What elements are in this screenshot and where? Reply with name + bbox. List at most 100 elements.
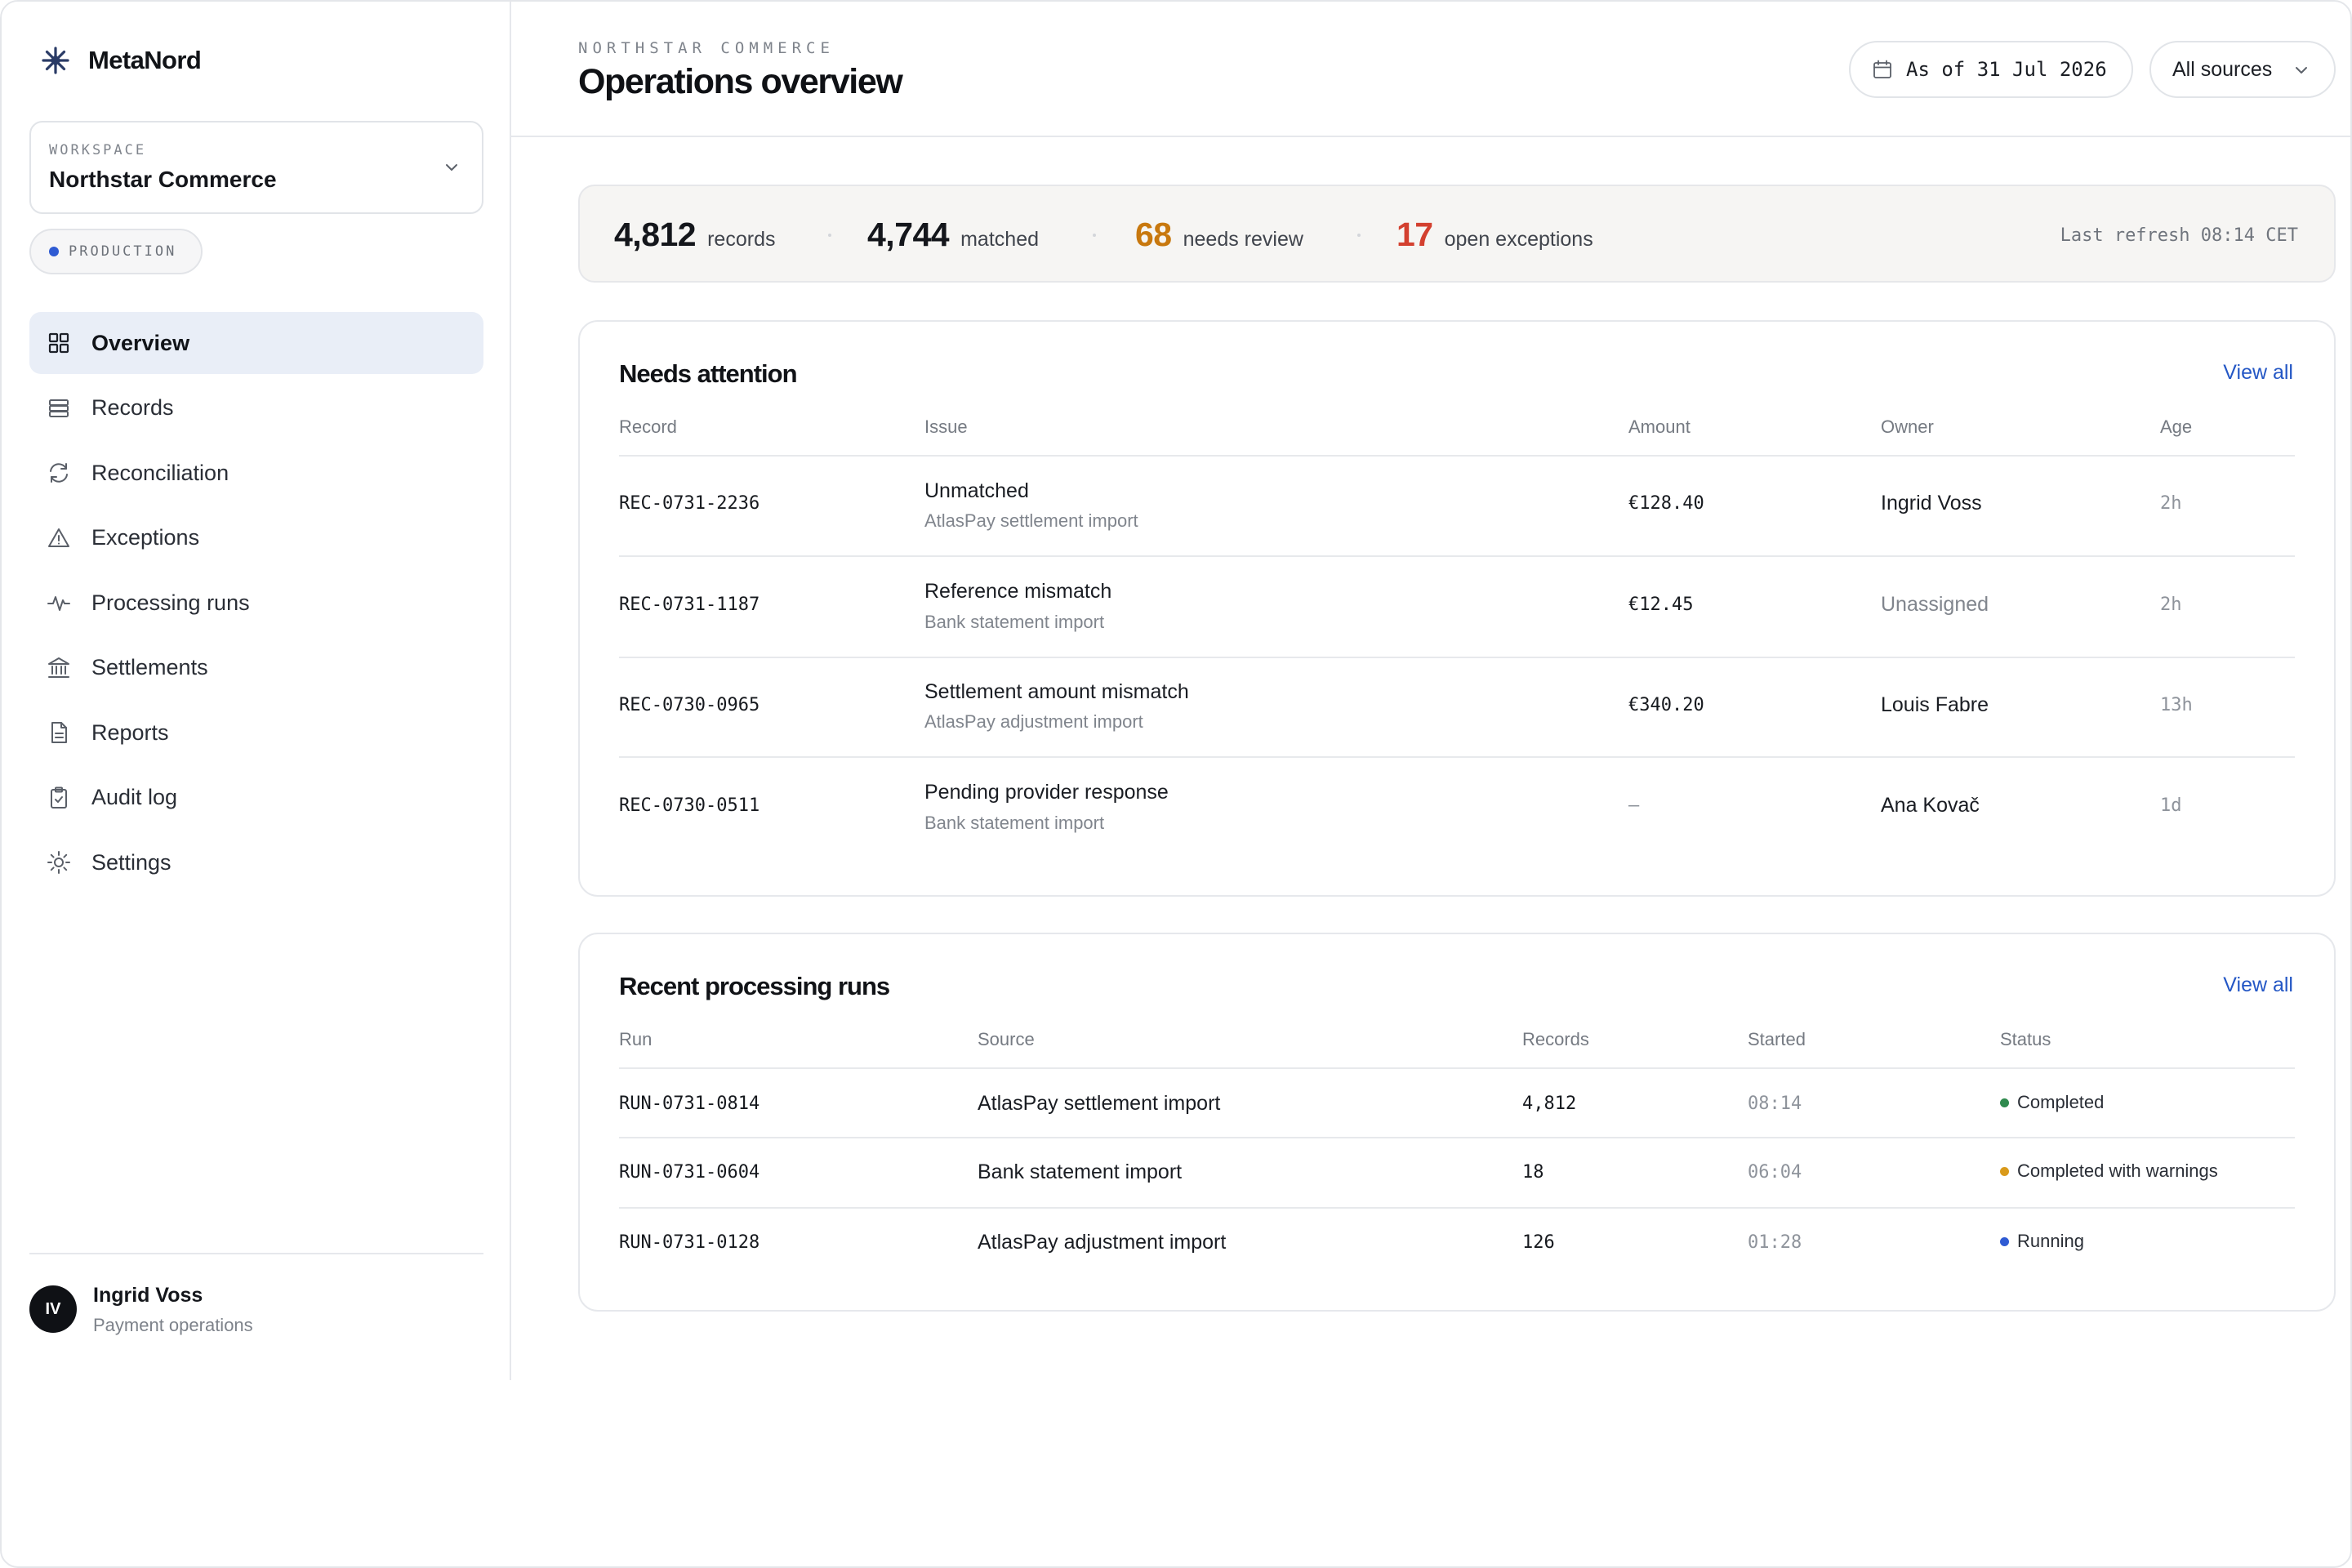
issue-title: Settlement amount mismatch: [924, 680, 1189, 703]
main-content: NORTHSTAR COMMERCE Operations overview A…: [511, 2, 2350, 1566]
issue-title: Reference mismatch: [924, 580, 1112, 603]
environment-label: PRODUCTION: [69, 243, 177, 260]
stat-separator: [1093, 234, 1096, 237]
age: 1d: [2160, 795, 2182, 816]
stat-records: 4,812 records: [614, 216, 775, 254]
view-all-link[interactable]: View all: [2223, 361, 2293, 385]
status-dot: [2000, 1098, 2009, 1107]
sidebar-item-reports[interactable]: Reports: [29, 702, 483, 764]
warning-icon: [48, 528, 69, 547]
sidebar-item-audit-log[interactable]: Audit log: [29, 767, 483, 829]
run-started: 06:04: [1748, 1162, 1802, 1183]
chevron-down-icon: [2296, 67, 2307, 74]
sidebar-item-label: Exceptions: [91, 525, 200, 550]
clipboard-icon: [51, 786, 67, 808]
stat-separator: [828, 234, 831, 237]
issue-source: AtlasPay settlement import: [924, 510, 1138, 531]
status-label: Completed with warnings: [2017, 1160, 2218, 1181]
activity-icon: [47, 596, 70, 611]
record-id[interactable]: REC-0731-2236: [619, 493, 760, 514]
stat-open-exceptions[interactable]: 17 open exceptions: [1396, 216, 1593, 254]
card-title: Needs attention: [619, 359, 798, 388]
source-filter-label: All sources: [2172, 57, 2273, 81]
sidebar-item-reconciliation[interactable]: Reconciliation: [29, 442, 483, 504]
row-divider: [619, 555, 2295, 557]
brand-name: MetaNord: [88, 46, 202, 74]
owner: Ingrid Voss: [1881, 492, 1982, 514]
sidebar-item-processing-runs[interactable]: Processing runs: [29, 572, 483, 634]
column-header-status: Status: [2000, 1029, 2051, 1049]
grid-icon: [48, 332, 69, 354]
sidebar-item-exceptions[interactable]: Exceptions: [29, 507, 483, 569]
amount: €12.45: [1628, 595, 1694, 615]
app-window: MetaNord WORKSPACE Northstar Commerce PR…: [0, 0, 2352, 1568]
record-id[interactable]: REC-0731-1187: [619, 595, 760, 615]
workspace-selector[interactable]: WORKSPACE Northstar Commerce: [29, 121, 483, 214]
stat-matched: 4,744 matched: [867, 216, 1039, 254]
status-dot: [2000, 1236, 2009, 1246]
owner: Louis Fabre: [1881, 693, 1989, 716]
sidebar-item-overview[interactable]: Overview: [29, 312, 483, 374]
run-records: 18: [1522, 1162, 1544, 1183]
sidebar-item-settings[interactable]: Settings: [29, 831, 483, 893]
column-header-age: Age: [2160, 416, 2193, 437]
amount: €340.20: [1628, 695, 1704, 715]
run-records: 126: [1522, 1232, 1555, 1253]
gear-icon: [47, 851, 70, 874]
user-name: Ingrid Voss: [93, 1284, 203, 1307]
refresh-icon: [50, 463, 68, 483]
sidebar: MetaNord WORKSPACE Northstar Commerce PR…: [2, 2, 511, 1380]
source-filter-dropdown[interactable]: All sources: [2149, 41, 2336, 98]
calendar-icon: [1873, 60, 1891, 78]
summary-strip: 4,812 records 4,744 matched 68 needs rev…: [578, 185, 2336, 283]
record-id[interactable]: REC-0730-0965: [619, 695, 760, 715]
date-label: As of 31 Jul 2026: [1906, 58, 2107, 81]
user-profile[interactable]: IV Ingrid Voss Payment operations: [29, 1253, 483, 1380]
sidebar-item-label: Processing runs: [91, 590, 250, 615]
status-badge: Completed: [2000, 1092, 2104, 1113]
header-divider: [619, 1067, 2295, 1069]
last-refresh: Last refresh 08:14 CET: [2060, 225, 2298, 246]
stat-needs-review-value: 68: [1135, 216, 1172, 253]
run-started: 01:28: [1748, 1232, 1802, 1253]
page-eyebrow: NORTHSTAR COMMERCE: [578, 39, 835, 57]
database-icon: [49, 399, 69, 417]
column-header-source: Source: [978, 1029, 1035, 1049]
column-header-records: Records: [1522, 1029, 1589, 1049]
record-id[interactable]: REC-0730-0511: [619, 795, 760, 816]
run-id[interactable]: RUN-0731-0604: [619, 1162, 760, 1183]
age: 2h: [2160, 493, 2182, 514]
chevron-down-icon: [446, 164, 457, 171]
issue-source: Bank statement import: [924, 813, 1105, 833]
recent-runs-card: Recent processing runs View all Run Sour…: [578, 933, 2336, 1312]
issue-source: Bank statement import: [924, 612, 1105, 632]
status-label: Running: [2017, 1231, 2084, 1251]
user-role: Payment operations: [93, 1315, 253, 1335]
stat-needs-review[interactable]: 68 needs review: [1135, 216, 1303, 254]
environment-dot: [49, 247, 59, 256]
row-divider: [619, 1137, 2295, 1138]
sidebar-item-records[interactable]: Records: [29, 377, 483, 439]
amount: –: [1628, 795, 1640, 816]
amount: €128.40: [1628, 493, 1704, 514]
run-id[interactable]: RUN-0731-0814: [619, 1094, 760, 1114]
issue-source: AtlasPay adjustment import: [924, 711, 1143, 732]
date-picker-button[interactable]: As of 31 Jul 2026: [1849, 41, 2133, 98]
sidebar-item-label: Records: [91, 395, 174, 420]
stat-open-exceptions-value: 17: [1396, 216, 1433, 253]
status-badge: Running: [2000, 1231, 2084, 1252]
view-all-link[interactable]: View all: [2223, 973, 2293, 997]
brand[interactable]: MetaNord: [41, 46, 202, 75]
stat-separator: [1357, 234, 1361, 237]
column-header-issue: Issue: [924, 416, 968, 437]
run-source: AtlasPay adjustment import: [978, 1231, 1227, 1254]
run-id[interactable]: RUN-0731-0128: [619, 1232, 760, 1253]
workspace-label: WORKSPACE: [49, 142, 147, 158]
card-title: Recent processing runs: [619, 972, 890, 1000]
workspace-name: Northstar Commerce: [49, 167, 277, 192]
owner: Ana Kovač: [1881, 794, 1980, 817]
snowflake-icon: [42, 47, 69, 74]
column-header-started: Started: [1748, 1029, 1806, 1049]
sidebar-item-settlements[interactable]: Settlements: [29, 637, 483, 699]
document-icon: [51, 722, 67, 743]
